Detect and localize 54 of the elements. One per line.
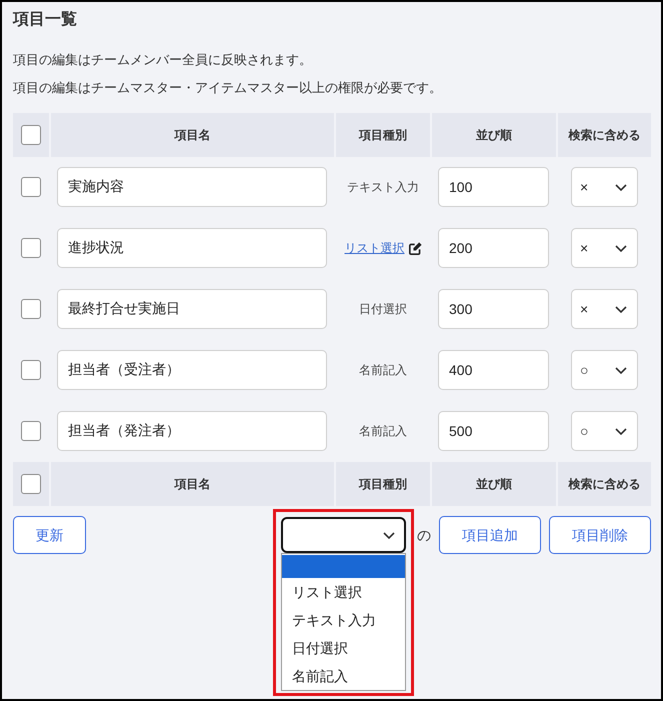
checkbox[interactable] bbox=[21, 474, 41, 494]
column-header: 並び順 bbox=[432, 462, 556, 506]
search-select[interactable]: ○ bbox=[571, 350, 638, 390]
type-select[interactable] bbox=[281, 517, 406, 553]
item-type-label: 名前記入 bbox=[359, 423, 407, 440]
info-text: 項目の編集はチームメンバー全員に反映されます。 bbox=[13, 51, 313, 69]
chevron-down-icon bbox=[615, 184, 627, 190]
name-field[interactable]: 実施内容 bbox=[57, 167, 327, 207]
item-type-label: 日付選択 bbox=[359, 301, 407, 318]
dropdown-option[interactable]: テキスト入力 bbox=[282, 606, 405, 634]
checkbox[interactable] bbox=[21, 177, 41, 197]
checkbox[interactable] bbox=[21, 360, 41, 380]
name-field[interactable]: 担当者（受注者） bbox=[57, 350, 327, 390]
column-header: 並び順 bbox=[432, 113, 556, 157]
chevron-down-icon bbox=[615, 428, 627, 434]
column-header: 項目名 bbox=[51, 462, 334, 506]
name-field[interactable]: 進捗状況 bbox=[57, 228, 327, 268]
item-type-label: 名前記入 bbox=[359, 362, 407, 379]
checkbox[interactable] bbox=[21, 299, 41, 319]
chevron-down-icon bbox=[615, 366, 627, 374]
column-header: 項目名 bbox=[51, 113, 334, 157]
search-select[interactable]: × bbox=[571, 289, 638, 329]
chevron-down-icon bbox=[615, 306, 627, 312]
search-select[interactable]: × bbox=[571, 167, 638, 207]
page-title: 項目一覧 bbox=[13, 10, 78, 30]
order-field[interactable]: 200 bbox=[438, 228, 549, 268]
search-select[interactable]: × bbox=[571, 228, 638, 268]
column-header: 検索に含める bbox=[558, 462, 651, 506]
checkbox[interactable] bbox=[21, 125, 41, 145]
order-field[interactable]: 100 bbox=[438, 167, 549, 207]
dropdown-option[interactable]: リスト選択 bbox=[282, 578, 405, 606]
update-button[interactable]: 更新 bbox=[13, 516, 86, 554]
name-field[interactable]: 担当者（発注者） bbox=[57, 411, 327, 451]
delete-item-button[interactable]: 項目削除 bbox=[549, 516, 651, 554]
name-field[interactable]: 最終打合せ実施日 bbox=[57, 289, 327, 329]
column-header: 項目種別 bbox=[336, 462, 430, 506]
item-type-label: テキスト入力 bbox=[347, 179, 419, 196]
item-type-link[interactable]: リスト選択 bbox=[344, 239, 404, 257]
column-header: 検索に含める bbox=[558, 113, 651, 157]
add-item-button[interactable]: 項目追加 bbox=[439, 516, 541, 554]
search-select[interactable]: ○ bbox=[571, 411, 638, 451]
order-field[interactable]: 300 bbox=[438, 289, 549, 329]
info-text: 項目の編集はチームマスター・アイテムマスター以上の権限が必要です。 bbox=[13, 79, 443, 97]
order-field[interactable]: 500 bbox=[438, 411, 549, 451]
checkbox[interactable] bbox=[21, 421, 41, 441]
dropdown-option[interactable]: 名前記入 bbox=[282, 662, 405, 690]
dropdown-option[interactable]: 日付選択 bbox=[282, 634, 405, 662]
chevron-down-icon bbox=[383, 532, 395, 538]
chevron-down-icon bbox=[615, 244, 627, 252]
edit-icon[interactable] bbox=[408, 242, 422, 254]
column-header: 項目種別 bbox=[336, 113, 430, 157]
checkbox[interactable] bbox=[21, 238, 41, 258]
order-field[interactable]: 400 bbox=[438, 350, 549, 390]
connector-text: の bbox=[417, 526, 431, 545]
